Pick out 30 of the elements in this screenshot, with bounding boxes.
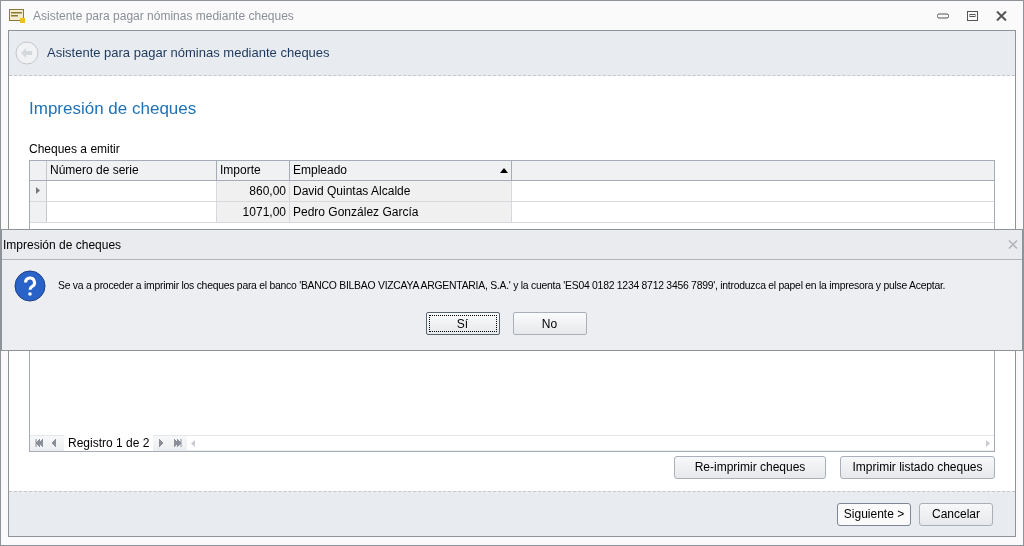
table-cell: 1071,00	[217, 201, 290, 222]
dialog-message: Se va a proceder a imprimir los cheques para el banco 'BANCO BILBAO VIZCAYA ARGENTARIA, S.A.' y la cuenta 'ES04 0182 1234 8712 3456 7899', introduzca el papel en la impresora y pulse Aceptar.	[58, 279, 946, 294]
scroll-right-icon[interactable]	[986, 439, 990, 447]
window-title: Asistente para pagar nóminas mediante cheques	[33, 7, 294, 25]
record-navigator-text: Registro 1 de 2	[64, 435, 154, 451]
table-cell: 860,00	[217, 180, 290, 201]
page-title: Impresión de cheques	[29, 98, 197, 120]
footer-button[interactable]: Cancelar	[919, 502, 993, 526]
first-record-icon[interactable]	[34, 438, 44, 448]
grid-label: Cheques a emitir	[29, 140, 120, 158]
last-record-icon[interactable]	[173, 438, 184, 448]
table-cell: David Quintas Alcalde	[290, 180, 512, 201]
dialog-button[interactable]: Sí	[425, 312, 500, 335]
dialog-button[interactable]: No	[512, 312, 587, 335]
column-header[interactable]: Número de serie	[47, 160, 217, 180]
minimize-icon[interactable]	[937, 12, 949, 19]
horizontal-scrollbar[interactable]	[187, 436, 994, 450]
close-icon[interactable]	[996, 10, 1007, 21]
column-header[interactable]: Importe	[217, 160, 290, 180]
question-icon	[14, 270, 46, 302]
action-button[interactable]: Imprimir listado cheques	[840, 455, 995, 479]
footer-button[interactable]: Siguiente >	[837, 502, 911, 526]
action-button[interactable]: Re-imprimir cheques	[674, 455, 826, 479]
table-cell: Pedro González García	[290, 201, 512, 222]
column-header[interactable]: Empleado	[290, 160, 512, 180]
scroll-left-icon[interactable]	[191, 439, 196, 447]
app-window-icon	[9, 8, 25, 23]
header-title: Asistente para pagar nóminas mediante cheques	[47, 44, 330, 63]
maximize-icon[interactable]	[967, 10, 978, 21]
dialog-title: Impresión de cheques	[3, 236, 122, 254]
